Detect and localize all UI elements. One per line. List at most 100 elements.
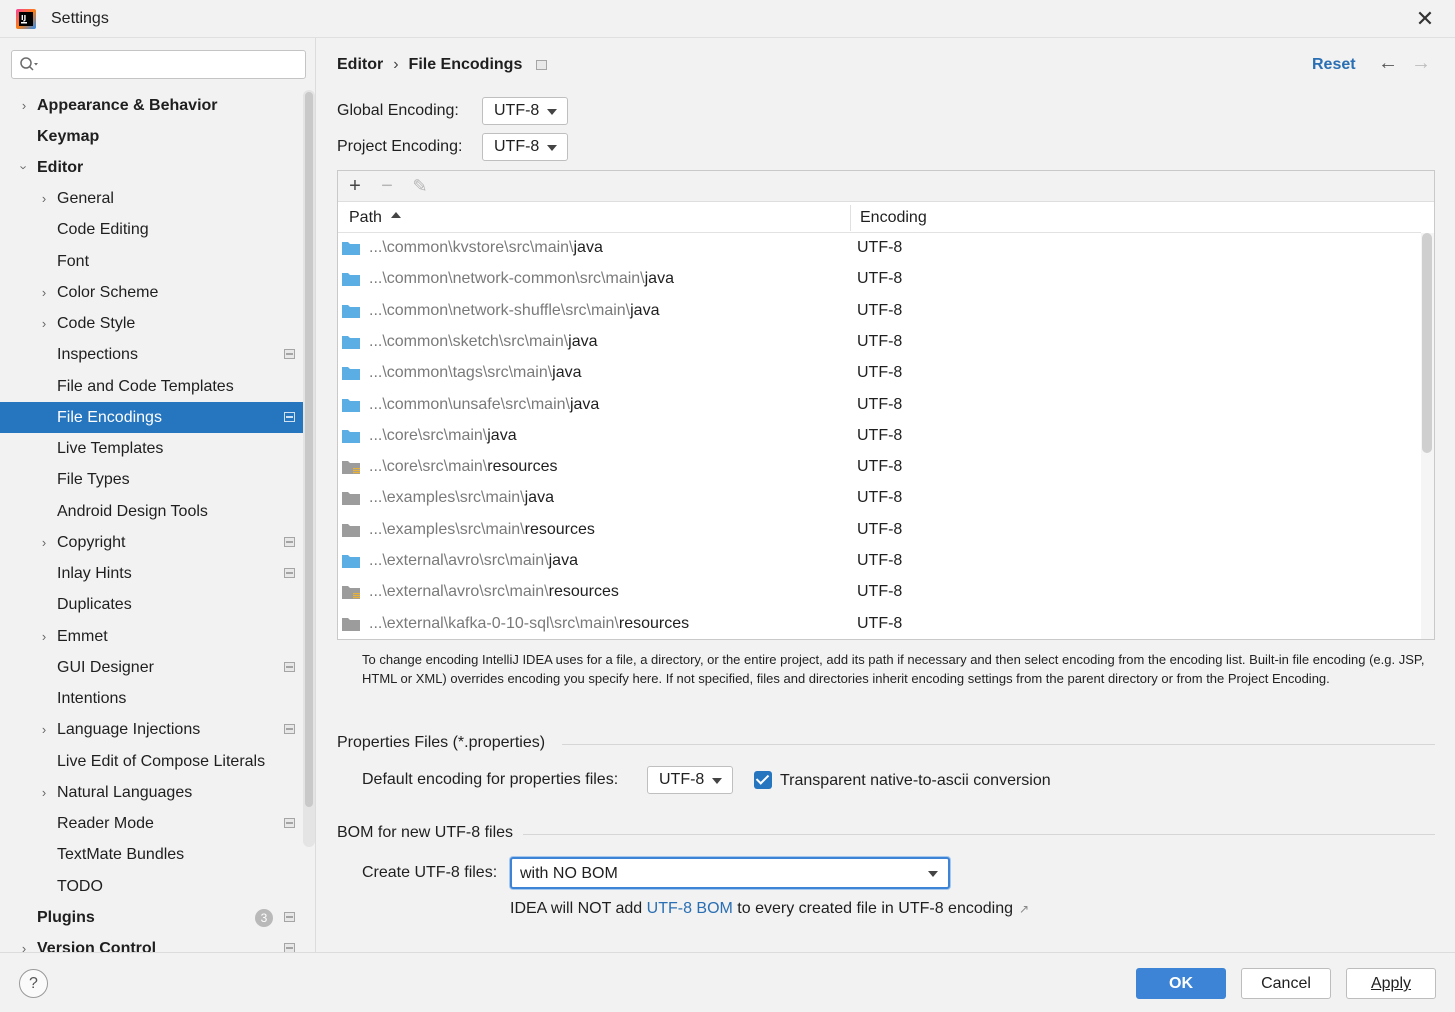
ok-button[interactable]: OK [1136,968,1226,999]
sidebar-item-emmet[interactable]: › Emmet [0,621,302,652]
search-input[interactable] [11,50,306,79]
sidebar-item-inlay-hints[interactable]: Inlay Hints [0,558,302,589]
chevron-right-icon[interactable]: › [37,621,51,652]
chevron-right-icon[interactable]: › [37,777,51,808]
table-row[interactable]: ...\core\src\main\resources UTF-8 [338,452,1421,483]
remove-icon[interactable]: − [375,174,399,198]
sidebar-item-version-control[interactable]: › Version Control [0,933,302,952]
row-path-prefix: ...\external\kafka-0-10-sql\src\main\ [369,615,619,632]
row-encoding[interactable]: UTF-8 [857,333,902,351]
row-encoding[interactable]: UTF-8 [857,239,902,257]
table-scrollbar[interactable] [1421,233,1434,639]
table-header: Path Encoding [338,203,1421,233]
sidebar-item-todo[interactable]: TODO [0,871,302,902]
sidebar-item-code-style[interactable]: › Code Style [0,308,302,339]
add-icon[interactable]: + [343,174,367,198]
sidebar-item-code-editing[interactable]: Code Editing [0,214,302,245]
sidebar-item-font[interactable]: Font [0,246,302,277]
sidebar-item-language-injections[interactable]: › Language Injections [0,714,302,745]
chevron-right-icon[interactable]: › [37,183,51,214]
table-row[interactable]: ...\external\kafka-0-10-sql\src\main\res… [338,609,1421,639]
global-encoding-select[interactable]: UTF-8 [482,97,568,125]
back-arrow-icon[interactable]: ← [1378,52,1398,75]
close-icon[interactable]: ✕ [1413,7,1437,31]
transparent-conversion-label[interactable]: Transparent native-to-ascii conversion [780,772,1051,790]
sidebar-item-natural-languages[interactable]: › Natural Languages [0,777,302,808]
transparent-conversion-checkbox[interactable] [754,771,772,789]
sidebar-item-file-types[interactable]: File Types [0,464,302,495]
sidebar-item-editor[interactable]: › Editor [0,152,302,183]
chevron-right-icon[interactable]: › [17,933,31,952]
folder-icon [342,399,360,412]
sidebar-item-general[interactable]: › General [0,183,302,214]
properties-encoding-select[interactable]: UTF-8 [647,766,733,794]
table-row[interactable]: ...\external\avro\src\main\java UTF-8 [338,546,1421,577]
sidebar-item-live-edit-compose[interactable]: Live Edit of Compose Literals [0,746,302,777]
sidebar-item-reader-mode[interactable]: Reader Mode [0,808,302,839]
forward-arrow-icon[interactable]: → [1411,52,1431,75]
table-row[interactable]: ...\common\network-shuffle\src\main\java… [338,296,1421,327]
column-header-encoding[interactable]: Encoding [860,209,927,227]
project-encoding-select[interactable]: UTF-8 [482,133,568,161]
row-encoding[interactable]: UTF-8 [857,364,902,382]
scrollbar-thumb[interactable] [305,92,313,807]
row-encoding[interactable]: UTF-8 [857,302,902,320]
row-path-leaf: java [573,239,603,256]
cancel-button[interactable]: Cancel [1241,968,1331,999]
sidebar-item-intentions[interactable]: Intentions [0,683,302,714]
sidebar-item-appearance-behavior[interactable]: › Appearance & Behavior [0,90,302,121]
sidebar-item-inspections[interactable]: Inspections [0,339,302,370]
table-row[interactable]: ...\common\kvstore\src\main\java UTF-8 [338,233,1421,264]
chevron-right-icon[interactable]: › [37,714,51,745]
table-row[interactable]: ...\common\sketch\src\main\java UTF-8 [338,327,1421,358]
bom-select[interactable]: with NO BOM [510,857,950,889]
scrollbar-thumb[interactable] [1422,233,1432,453]
row-encoding[interactable]: UTF-8 [857,552,902,570]
table-row[interactable]: ...\external\avro\src\main\resources UTF-… [338,577,1421,608]
sidebar-item-textmate-bundles[interactable]: TextMate Bundles [0,839,302,870]
breadcrumb-parent[interactable]: Editor [337,56,383,73]
sidebar-item-keymap[interactable]: Keymap [0,121,302,152]
chevron-right-icon[interactable]: › [37,308,51,339]
chevron-down-icon[interactable]: › [9,161,40,175]
row-encoding[interactable]: UTF-8 [857,427,902,445]
sidebar-scrollbar[interactable] [303,90,315,847]
edit-icon[interactable]: ✎ [408,174,432,198]
folder-icon [342,336,360,349]
chevron-right-icon[interactable]: › [37,277,51,308]
sidebar-item-color-scheme[interactable]: › Color Scheme [0,277,302,308]
reset-link[interactable]: Reset [1312,56,1356,74]
sidebar-item-label: Copyright [57,534,126,551]
table-row[interactable]: ...\common\unsafe\src\main\java UTF-8 [338,390,1421,421]
sidebar-item-live-templates[interactable]: Live Templates [0,433,302,464]
table-row[interactable]: ...\common\network-common\src\main\java U… [338,264,1421,295]
sidebar-item-copyright[interactable]: › Copyright [0,527,302,558]
sidebar-item-file-and-code-templates[interactable]: File and Code Templates [0,371,302,402]
column-divider[interactable] [850,205,851,231]
table-row[interactable]: ...\examples\src\main\java UTF-8 [338,483,1421,514]
row-encoding[interactable]: UTF-8 [857,270,902,288]
help-button[interactable]: ? [19,969,48,998]
sidebar-item-android-design-tools[interactable]: Android Design Tools [0,496,302,527]
row-encoding[interactable]: UTF-8 [857,583,902,601]
row-encoding[interactable]: UTF-8 [857,396,902,414]
sidebar-item-gui-designer[interactable]: GUI Designer [0,652,302,683]
apply-button[interactable]: Apply [1346,968,1436,999]
row-encoding[interactable]: UTF-8 [857,489,902,507]
sidebar-item-plugins[interactable]: Plugins 3 [0,902,302,933]
chevron-right-icon[interactable]: › [37,527,51,558]
project-settings-icon [284,912,295,922]
row-encoding[interactable]: UTF-8 [857,521,902,539]
table-row[interactable]: ...\core\src\main\java UTF-8 [338,421,1421,452]
column-header-path[interactable]: Path [349,209,382,227]
row-encoding[interactable]: UTF-8 [857,615,902,633]
sidebar-item-file-encodings[interactable]: File Encodings [0,402,315,433]
utf8-bom-link[interactable]: UTF-8 BOM [647,900,733,917]
table-row[interactable]: ...\common\tags\src\main\java UTF-8 [338,358,1421,389]
row-path-prefix: ...\common\kvstore\src\main\ [369,239,574,256]
table-row[interactable]: ...\examples\src\main\resources UTF-8 [338,515,1421,546]
sidebar-item-duplicates[interactable]: Duplicates [0,589,302,620]
row-path: ...\external\kafka-0-10-sql\src\main\res… [369,615,689,633]
chevron-right-icon[interactable]: › [17,90,31,121]
row-encoding[interactable]: UTF-8 [857,458,902,476]
